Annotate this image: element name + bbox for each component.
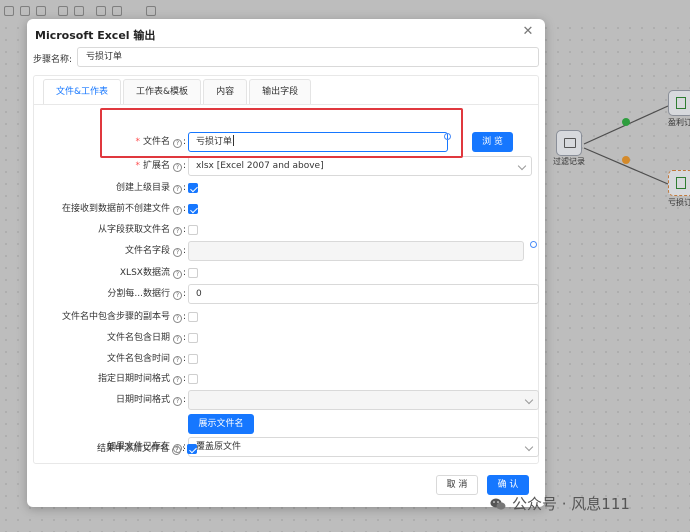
tab-sheet-template[interactable]: 工作表&模板 [123,79,202,104]
wechat-icon [490,496,506,512]
extension-label: * 扩展名?: [135,161,186,172]
toolbar-icon[interactable] [58,6,68,16]
cancel-button[interactable]: 取 消 [436,475,478,495]
profit-orders-node[interactable] [668,90,690,116]
info-icon [530,241,537,248]
help-icon[interactable]: ? [172,270,182,279]
help-icon[interactable]: ? [171,446,181,455]
filename-field-row: 文件名字段?: [34,241,540,261]
watermark-text: 公众号 · 风息111 [512,495,630,513]
tab-file-sheet[interactable]: 文件&工作表 [43,79,122,104]
filename-field-label: 文件名字段?: [124,246,186,257]
xlsx-stream-row: XLSX数据流?: [34,263,540,283]
include-time-checkbox[interactable] [188,354,198,364]
datetime-format-select[interactable] [188,390,539,410]
include-date-row: 文件名包含日期?: [34,328,540,348]
include-step-copy-label: 文件名中包含步骤的副本号?: [61,312,186,323]
filter-icon [564,138,576,148]
toolbar-icon[interactable] [74,6,84,16]
filename-from-field-checkbox[interactable] [188,225,198,235]
include-date-checkbox[interactable] [188,333,198,343]
split-rows-input[interactable]: 0 [188,284,539,304]
include-time-label: 文件名包含时间?: [106,354,186,365]
help-icon[interactable]: ? [172,139,182,148]
specify-datetime-format-checkbox[interactable] [188,374,198,384]
datetime-format-label: 日期时间格式?: [115,395,186,406]
datetime-format-row: 日期时间格式?: [34,390,540,410]
browse-button[interactable]: 浏 览 [472,132,513,152]
node-label: 亏损订 [668,198,690,207]
close-icon[interactable]: ✕ [521,25,535,39]
excel-icon [676,177,686,189]
help-icon[interactable]: ? [172,206,182,215]
filename-field-input[interactable] [188,241,524,261]
xlsx-stream-checkbox[interactable] [188,268,198,278]
success-connector-icon [622,118,630,126]
specify-datetime-format-label: 指定日期时间格式?: [97,374,186,385]
include-step-copy-checkbox[interactable] [188,312,198,322]
filter-rows-node[interactable] [556,130,582,156]
tab-content[interactable]: 内容 [203,79,248,104]
step-name-input[interactable]: 亏损订单 [77,47,539,67]
add-filename-to-result-row: 结果中添加文件名?: [33,439,539,459]
show-filename-button[interactable]: 展示文件名 [188,414,254,434]
extension-row: * 扩展名?: xlsx [Excel 2007 and above] [34,156,540,176]
include-step-copy-row: 文件名中包含步骤的副本号?: [34,307,540,327]
no-create-until-data-checkbox[interactable] [188,204,198,214]
help-icon[interactable]: ? [172,291,182,300]
chevron-down-icon [517,161,527,171]
help-icon[interactable]: ? [172,227,182,236]
include-date-label: 文件名包含日期?: [106,333,186,344]
settings-panel: 文件&工作表 工作表&模板 内容 输出字段 * 文件名?: 亏损订单 浏 览 * 扩… [33,75,539,464]
create-parent-dir-label: 创建上级目录?: [115,183,186,194]
tab-divider [34,104,538,105]
split-rows-label: 分割每...数据行?: [107,289,186,300]
loss-orders-node[interactable] [668,170,690,196]
toolbar-icon[interactable] [20,6,30,16]
filename-from-field-label: 从字段获取文件名?: [97,225,186,236]
toolbar-icon[interactable] [146,6,156,16]
add-filename-to-result-label: 结果中添加文件名?: [96,444,185,455]
create-parent-dir-checkbox[interactable] [188,183,198,193]
no-create-until-data-label: 在接收到数据前不创建文件?: [61,204,186,215]
help-icon[interactable]: ? [172,185,182,194]
help-icon[interactable]: ? [172,397,182,406]
extension-select[interactable]: xlsx [Excel 2007 and above] [188,156,532,176]
create-parent-dir-row: 创建上级目录?: [34,178,540,198]
help-icon[interactable]: ? [172,314,182,323]
include-time-row: 文件名包含时间?: [34,349,540,369]
tab-bar: 文件&工作表 工作表&模板 内容 输出字段 [43,79,313,104]
filename-row: * 文件名?: 亏损订单 浏 览 [34,132,540,152]
toolbar-icon[interactable] [36,6,46,16]
help-icon[interactable]: ? [172,376,182,385]
info-icon [444,133,451,140]
specify-datetime-format-row: 指定日期时间格式?: [34,369,540,389]
help-icon[interactable]: ? [172,335,182,344]
watermark: 公众号 · 风息111 [490,493,630,514]
chevron-down-icon [524,395,534,405]
toolbar-icon[interactable] [96,6,106,16]
filename-from-field-row: 从字段获取文件名?: [34,220,540,240]
toolbar-icon[interactable] [4,6,14,16]
node-label: 过滤记录 [553,157,585,166]
split-rows-row: 分割每...数据行?: 0 [34,284,540,304]
dialog-title: Microsoft Excel 输出 [35,29,156,42]
confirm-button[interactable]: 确 认 [487,475,529,495]
xlsx-stream-label: XLSX数据流?: [119,268,186,279]
toolbar-icon[interactable] [112,6,122,16]
filename-input[interactable]: 亏损订单 [188,132,448,152]
help-icon[interactable]: ? [172,356,182,365]
node-label: 盈利订 [668,118,690,127]
no-create-until-data-row: 在接收到数据前不创建文件?: [34,199,540,219]
step-name-label: 步骤名称: [33,55,73,65]
add-filename-to-result-checkbox[interactable] [187,444,197,454]
excel-output-dialog: Microsoft Excel 输出 ✕ 步骤名称: 亏损订单 文件&工作表 工… [27,19,545,507]
help-icon[interactable]: ? [172,163,182,172]
excel-icon [676,97,686,109]
filename-label: * 文件名?: [135,137,186,148]
error-connector-icon [622,156,630,164]
tab-output-fields[interactable]: 输出字段 [249,79,312,104]
help-icon[interactable]: ? [172,248,182,257]
